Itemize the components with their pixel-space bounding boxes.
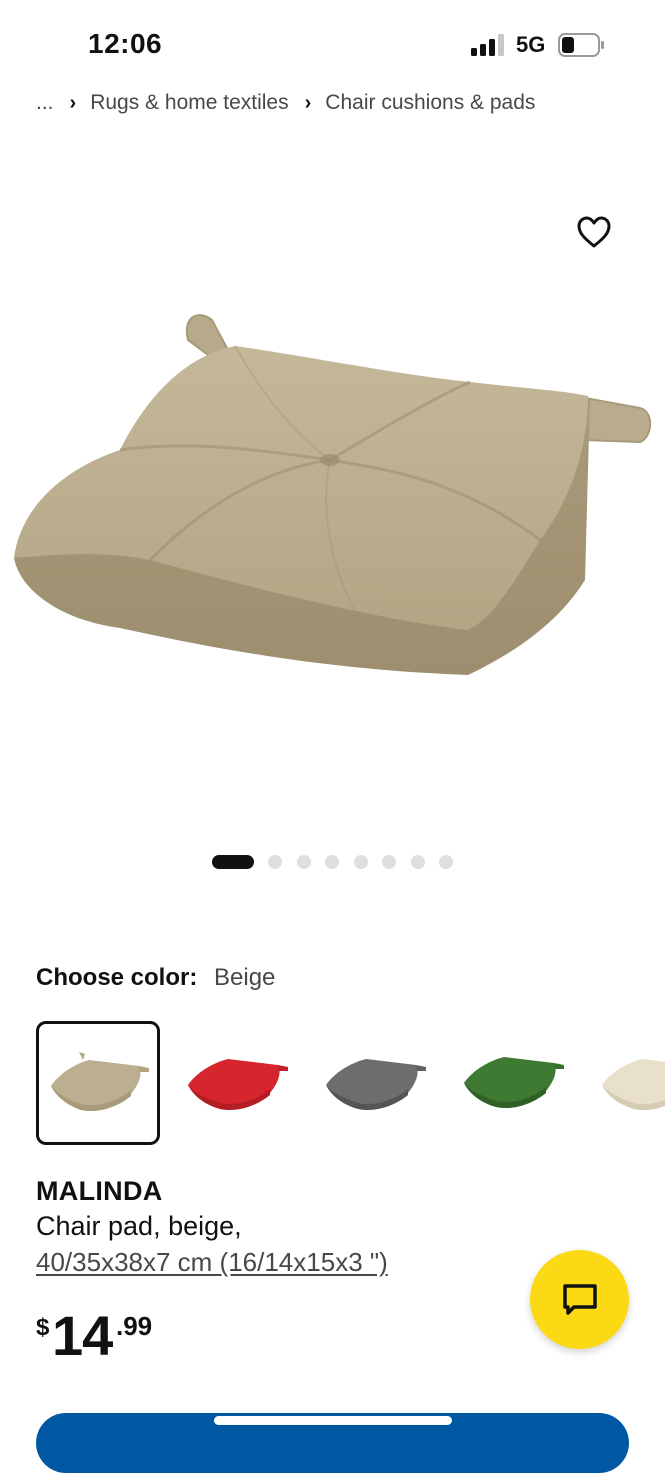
cushion-thumbnail: [188, 1059, 288, 1111]
color-chooser-label: Choose color:: [36, 964, 198, 991]
swatch-red[interactable]: [174, 1021, 298, 1145]
carousel-indicator: [212, 853, 468, 871]
carousel-dot[interactable]: [382, 855, 396, 869]
carousel-dot[interactable]: [296, 855, 311, 869]
status-time: 12:06: [88, 28, 163, 59]
breadcrumb: ... › Rugs & home textiles › Chair cushi…: [36, 88, 535, 118]
price-currency: $: [36, 1314, 50, 1341]
cushion-thumbnail: [602, 1059, 665, 1110]
swatch-green[interactable]: [450, 1021, 574, 1145]
color-swatches: [36, 1021, 665, 1145]
carousel-dot[interactable]: [353, 855, 368, 869]
status-bar: 12:06 5G: [0, 0, 665, 90]
product-size-link[interactable]: 40/35x38x7 cm (16/14x15x3 "): [36, 1247, 388, 1278]
battery-icon: [558, 33, 604, 57]
cushion-thumbnail: [464, 1057, 564, 1109]
carousel-dot[interactable]: [410, 855, 425, 869]
carousel-dot[interactable]: [268, 855, 282, 869]
chevron-right-icon: ›: [69, 91, 77, 114]
product-description: Chair pad, beige,: [36, 1211, 242, 1241]
carousel-dot-active[interactable]: [212, 855, 254, 869]
swatch-natural[interactable]: [588, 1021, 665, 1145]
cushion-thumbnail: [326, 1059, 426, 1111]
chat-button[interactable]: [530, 1250, 629, 1349]
price-integer: 14: [52, 1304, 113, 1367]
heart-icon[interactable]: [572, 210, 616, 254]
color-chooser-label-row: Choose color: Beige: [36, 964, 275, 992]
swatch-dark-gray[interactable]: [312, 1021, 436, 1145]
signal-bars-icon: [471, 34, 504, 56]
breadcrumb-ellipsis[interactable]: ...: [36, 91, 54, 115]
selected-color-value: Beige: [214, 964, 276, 991]
home-indicator[interactable]: [214, 1416, 452, 1425]
swatch-beige[interactable]: [36, 1021, 160, 1145]
carousel-dot[interactable]: [325, 855, 339, 869]
breadcrumb-item-chair-cushions[interactable]: Chair cushions & pads: [325, 91, 535, 115]
cushion-thumbnail: [51, 1052, 149, 1112]
product-name: MALINDA: [36, 1176, 163, 1206]
chevron-right-icon: ›: [304, 91, 312, 114]
chat-bubble-icon: [562, 1283, 597, 1315]
carousel-dot[interactable]: [439, 855, 453, 869]
breadcrumb-item-rugs[interactable]: Rugs & home textiles: [90, 91, 288, 115]
price-decimal: .99: [116, 1311, 153, 1341]
network-type: 5G: [516, 32, 546, 57]
product-image[interactable]: [0, 150, 665, 810]
